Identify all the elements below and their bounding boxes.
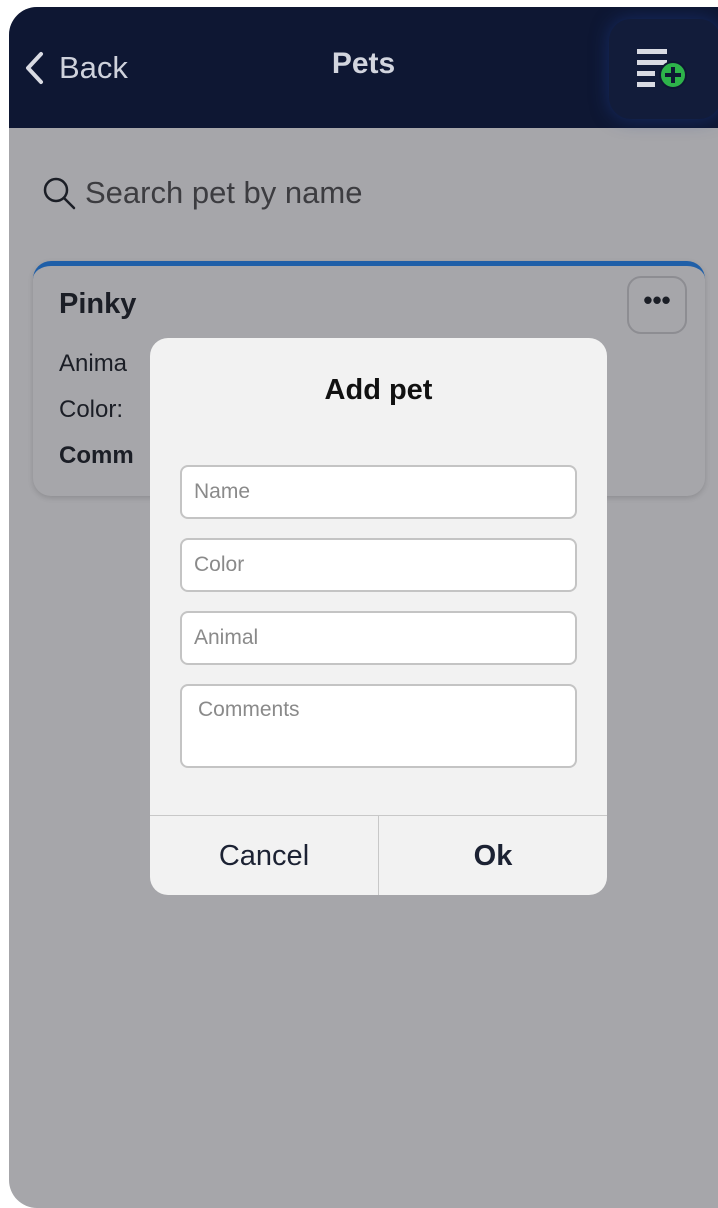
pet-comments-label: Comm [59, 442, 134, 469]
add-pet-button[interactable] [609, 19, 718, 119]
name-field[interactable] [180, 465, 577, 519]
color-field[interactable] [180, 538, 577, 592]
search-icon [43, 177, 76, 210]
playlist-add-icon [637, 49, 687, 89]
search-bar[interactable] [29, 159, 699, 227]
app-screen: Back Pets Pinky Anima Color: Comm ••• [9, 7, 718, 1208]
pet-name: Pinky [59, 288, 137, 320]
add-pet-dialog: Add pet Cancel Ok [150, 338, 607, 895]
pet-animal-label: Anima [59, 350, 128, 377]
search-input[interactable] [83, 174, 667, 212]
ok-button[interactable]: Ok [378, 816, 607, 895]
dialog-title: Add pet [324, 374, 433, 406]
dialog-footer: Cancel Ok [150, 815, 607, 895]
animal-field[interactable] [180, 611, 577, 665]
cancel-button[interactable]: Cancel [150, 816, 378, 895]
more-options-button[interactable]: ••• [627, 276, 687, 334]
navigation-bar: Back Pets [9, 7, 718, 128]
comments-field[interactable] [180, 684, 577, 768]
pet-color-label: Color: [59, 396, 124, 423]
